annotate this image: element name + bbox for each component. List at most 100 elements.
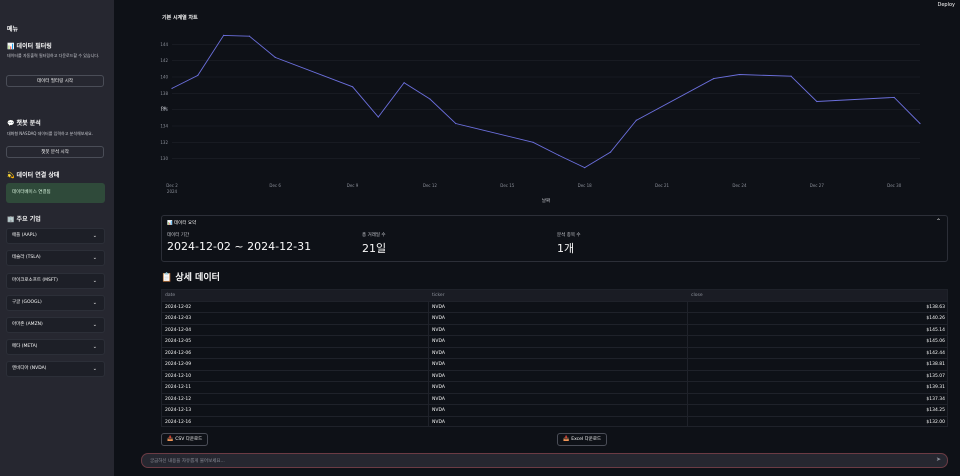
table-cell: 2024-12-12 [165, 396, 192, 402]
table-cell: 2024-12-09 [165, 362, 192, 367]
company-expander-nvda[interactable]: 엔비디아 (NVDA) ⌄ [6, 361, 105, 377]
x-tick-label: Dec 30 [887, 183, 902, 188]
y-tick-label: 130 [160, 156, 168, 161]
table-cell: $145.06 [926, 339, 945, 344]
data-point[interactable] [429, 98, 431, 100]
table-cell: NVDA [432, 350, 445, 356]
table-row: 2024-12-16 NVDA $132.00 [162, 417, 947, 427]
summary-header: 📊 데이터 요약 [167, 221, 197, 226]
y-tick-label: 142 [160, 58, 168, 63]
table-row: 2024-12-06 NVDA $142.44 [162, 348, 947, 359]
table-cell: 2024-12-13 [165, 408, 192, 413]
company-expander-msft[interactable]: 마이크로소프트 (MSFT) ⌄ [6, 273, 105, 289]
data-point[interactable] [919, 122, 921, 125]
chevron-down-icon: ⌄ [92, 344, 97, 350]
table-cell: $138.63 [926, 304, 945, 310]
data-point[interactable] [609, 151, 612, 153]
table-cell: 2024-12-04 [165, 327, 192, 333]
metric-period-label: 데이터 기간 [167, 233, 190, 238]
company-expander-aapl[interactable]: 애플 (AAPL) ⌄ [6, 228, 105, 244]
data-point[interactable] [893, 96, 895, 99]
y-axis-label: PA [161, 106, 167, 112]
data-point[interactable] [816, 100, 818, 103]
status-section-title: 💫 데이터 연결 상태 [7, 172, 60, 179]
send-icon[interactable]: ➤ [936, 456, 941, 463]
chevron-down-icon: ⌄ [92, 322, 97, 328]
chevron-down-icon: ⌄ [92, 255, 97, 261]
table-cell: NVDA [432, 339, 445, 344]
line-chart: 130132134136138140142144Dec 22024Dec 6 De… [160, 34, 921, 204]
table-cell: $138.81 [926, 362, 945, 367]
x-tick-label: Dec 2 [166, 183, 178, 188]
data-point[interactable] [584, 167, 586, 169]
data-point[interactable] [532, 141, 534, 143]
table-cell: NVDA [432, 316, 445, 321]
excel-download-label: Excel 다운로드 [571, 437, 602, 442]
companies-section-title: 🏢 주요 기업 [7, 216, 41, 223]
x-tick-label: Dec 12 [423, 183, 438, 188]
data-point[interactable] [713, 78, 715, 80]
x-tick-label: Dec 9 [347, 183, 359, 188]
data-point[interactable] [738, 73, 741, 76]
metric-period-value: 2024-12-02 ~ 2024-12-31 [167, 240, 312, 253]
start-filtering-button[interactable]: 데이터 필터링 시작 [6, 75, 104, 87]
table-cell: $132.00 [926, 419, 945, 425]
data-table[interactable]: date ticker close 2024-12-02 NVDA $138.63 2024… [161, 289, 948, 427]
table-header-row: date ticker close [162, 290, 947, 302]
data-point[interactable] [351, 86, 354, 88]
data-point[interactable] [197, 74, 199, 76]
app-window: 메뉴 📊 데이터 필터링 데이터를 자동출력 필터링하고 다운로드할 수 있습니… [0, 0, 960, 476]
data-summary-expander[interactable]: 📊 데이터 요약 ⌃ 데이터 기간 2024-12-02 ~ 2024-12-3… [161, 215, 948, 262]
chevron-down-icon: ⌄ [92, 278, 97, 284]
company-expander-amzn[interactable]: 아마존 (AMZN) ⌄ [6, 317, 105, 333]
company-expander-tsla[interactable]: 테슬라 (TSLA) ⌄ [6, 250, 105, 266]
x-tick-label: Dec 18 [578, 183, 593, 188]
series-line[interactable] [171, 34, 921, 169]
chevron-down-icon: ⌄ [92, 366, 97, 372]
data-point[interactable] [248, 35, 250, 37]
company-expander-meta[interactable]: 메타 (META) ⌄ [6, 339, 105, 355]
table-row: 2024-12-05 NVDA $145.06 [162, 336, 947, 348]
table-row: 2024-12-04 NVDA $145.14 [162, 325, 947, 336]
data-point[interactable] [171, 87, 173, 90]
x-tick-label: Dec 27 [810, 183, 825, 188]
data-point[interactable] [222, 34, 225, 36]
company-expander-googl[interactable]: 구글 (GOOGL) ⌄ [6, 295, 105, 311]
data-point[interactable] [403, 82, 405, 84]
metric-days-value: 21일 [362, 242, 387, 255]
table-row: 2024-12-11 NVDA $139.31 [162, 382, 947, 394]
sidebar-menu-title: 메뉴 [7, 26, 19, 33]
chat-input[interactable] [148, 455, 932, 468]
company-label: 테슬라 (TSLA) [12, 255, 41, 260]
table-row: 2024-12-13 NVDA $134.25 [162, 405, 947, 417]
csv-download-label: CSV 다운로드 [175, 437, 203, 442]
table-row: 2024-12-10 NVDA $135.07 [162, 371, 947, 382]
column-header: ticker [432, 293, 445, 298]
y-tick-label: 132 [160, 140, 168, 145]
x-tick-label: Dec 21 [655, 183, 670, 188]
data-point[interactable] [274, 56, 276, 59]
table-cell: NVDA [432, 385, 445, 390]
x-tick-label: Dec 6 [269, 183, 281, 188]
data-point[interactable] [790, 75, 792, 77]
excel-download-button[interactable]: 📥 Excel 다운로드 [557, 433, 608, 446]
column-header: close [691, 293, 703, 298]
chat-input-bar: ➤ [141, 453, 948, 468]
data-point[interactable] [558, 154, 560, 156]
table-cell: $145.14 [926, 327, 945, 333]
table-cell: NVDA [432, 373, 445, 379]
x-tick-label: Dec 24 [732, 183, 747, 188]
chat-section-desc: 대화형 NASDAQ 데이터를 입력하고 분석해보세요. [7, 131, 94, 136]
csv-download-button[interactable]: 📥 CSV 다운로드 [161, 433, 209, 446]
start-chatbot-button[interactable]: 챗봇 분석 시작 [6, 146, 104, 158]
table-cell: NVDA [432, 327, 445, 333]
chevron-up-icon: ⌃ [935, 218, 941, 225]
company-label: 마이크로소프트 (MSFT) [12, 278, 58, 283]
data-point[interactable] [377, 116, 379, 118]
y-tick-label: 138 [160, 91, 168, 96]
company-label: 엔비디아 (NVDA) [12, 366, 47, 371]
data-point[interactable] [635, 119, 637, 121]
data-point[interactable] [455, 122, 457, 125]
x-axis-label: 날짜 [542, 197, 550, 204]
chevron-down-icon: ⌄ [92, 233, 97, 239]
